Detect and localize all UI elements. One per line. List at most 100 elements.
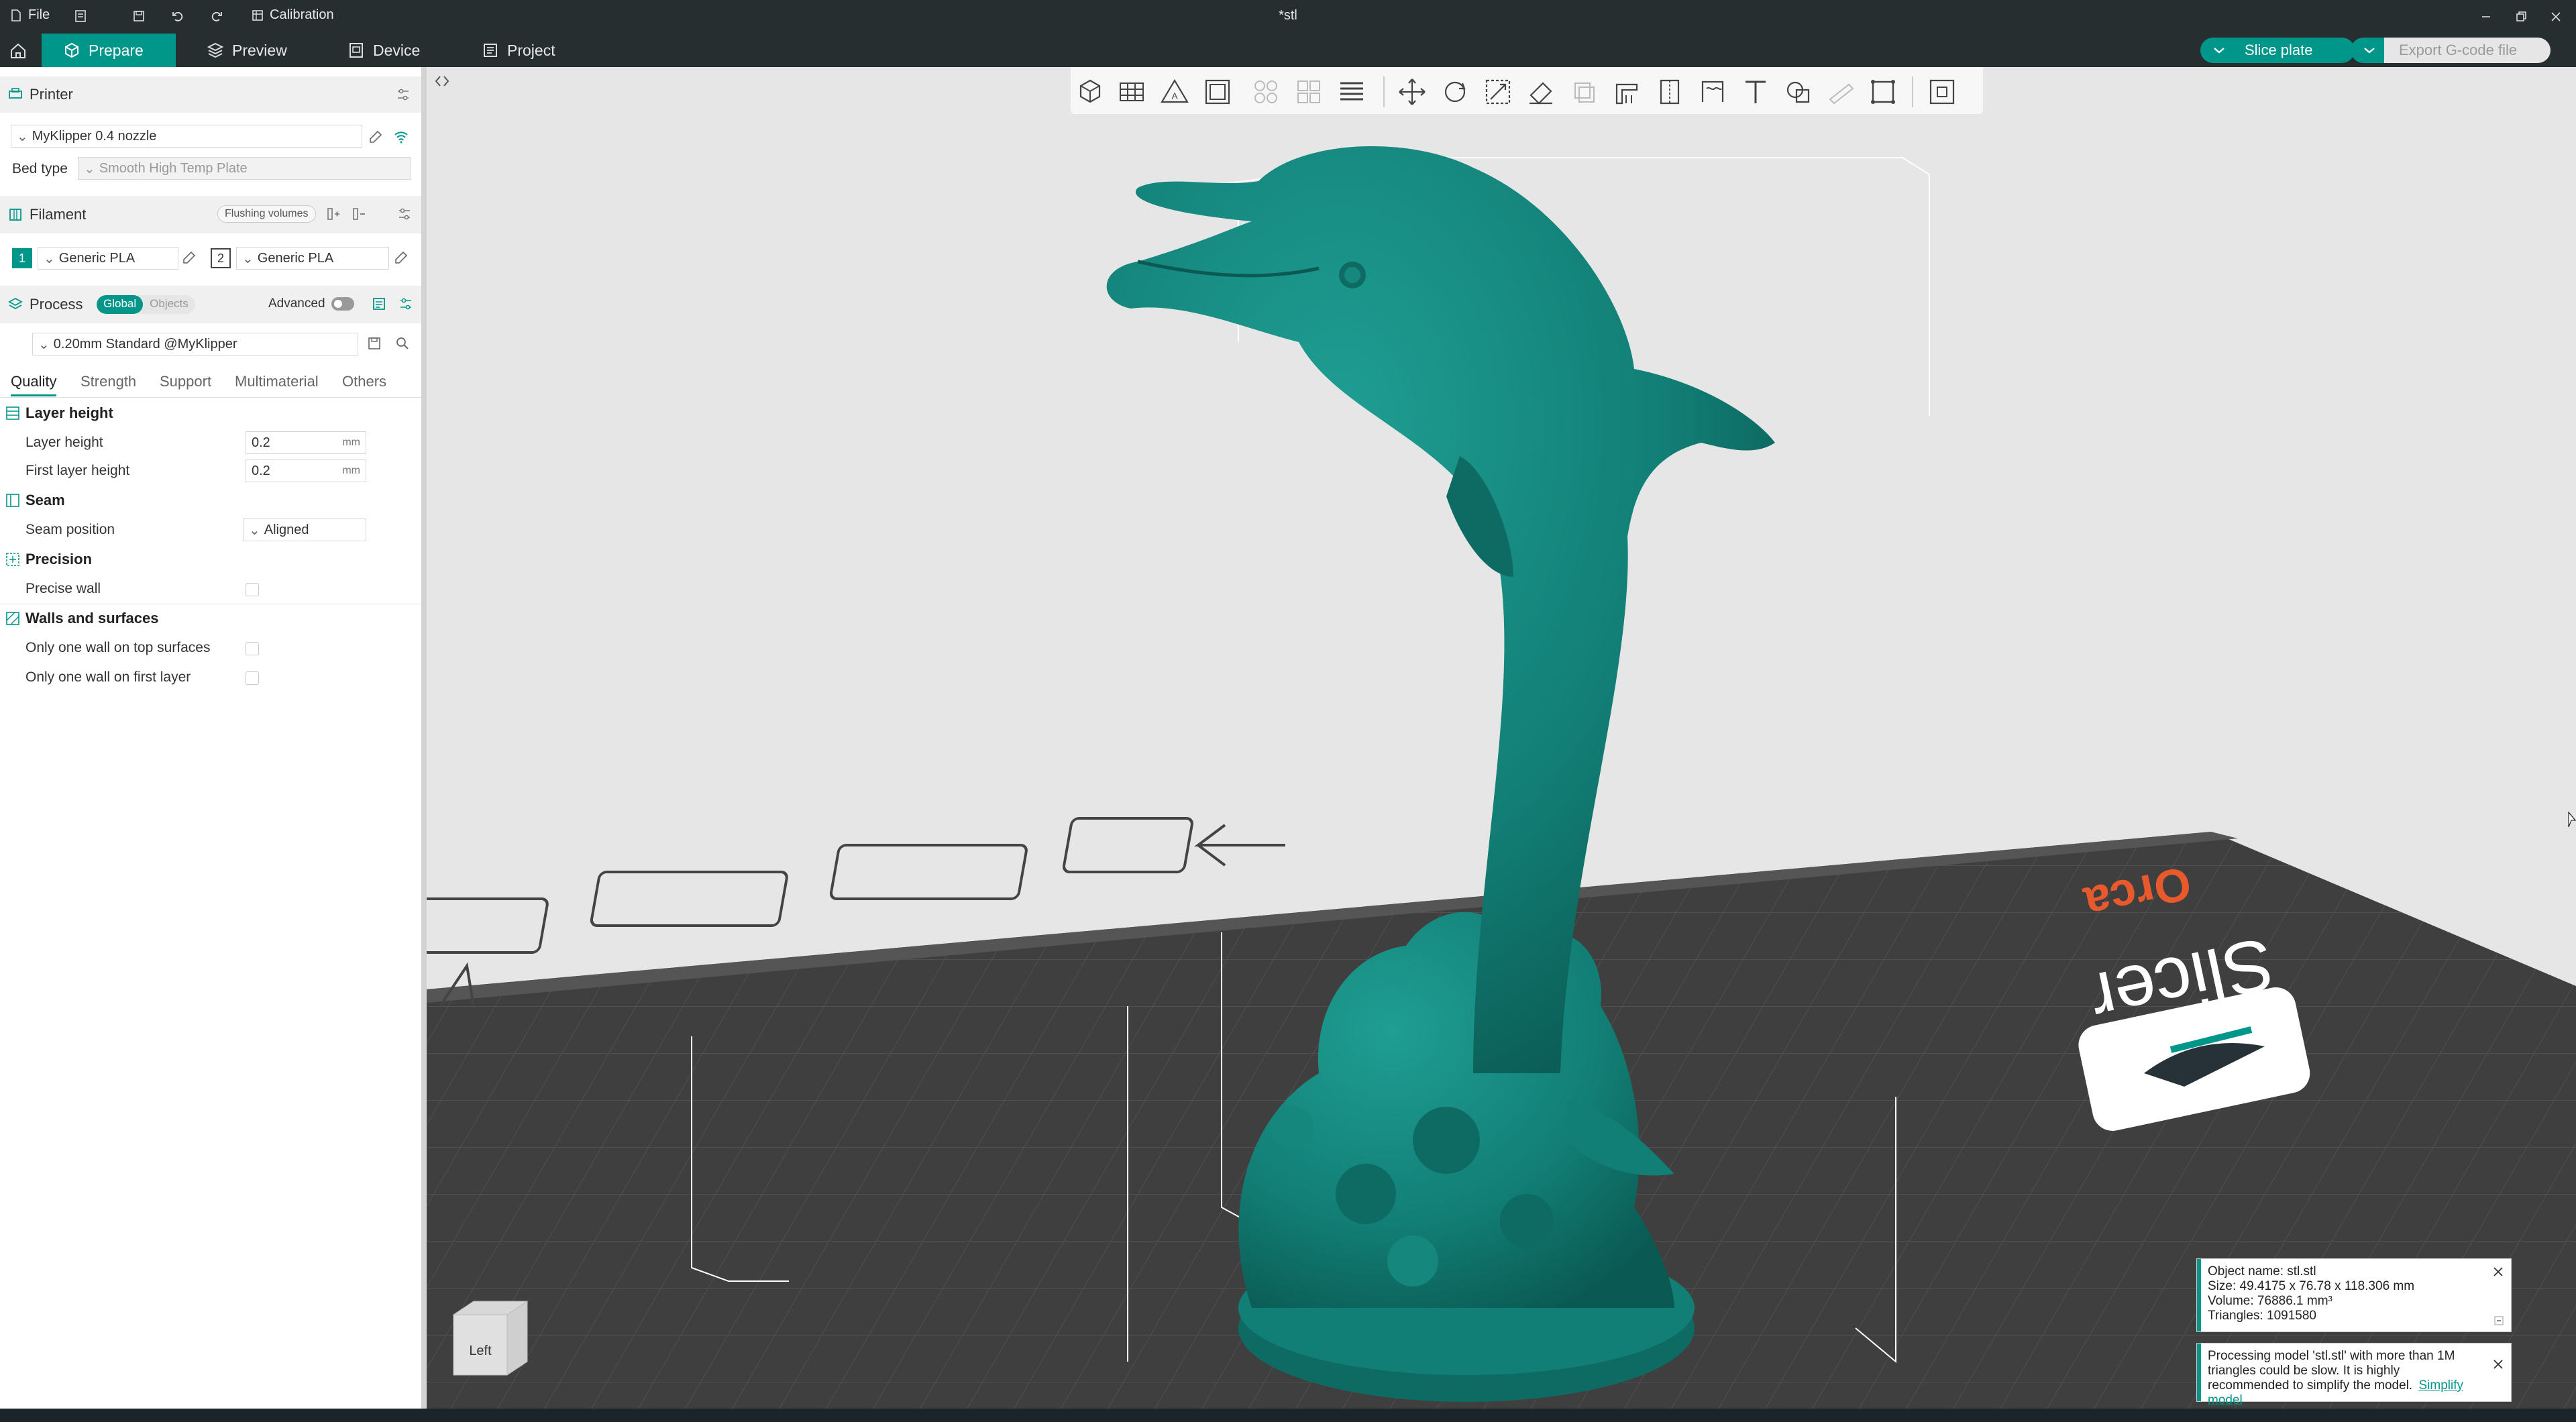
text-icon[interactable]: [1739, 75, 1772, 109]
tab-support[interactable]: Support: [160, 373, 211, 390]
filament-slot-2[interactable]: 2: [211, 248, 231, 268]
layers-editing-icon[interactable]: [1335, 75, 1368, 109]
lay-on-face-icon[interactable]: [1524, 75, 1558, 109]
save-preset-icon[interactable]: [366, 335, 382, 351]
close-icon[interactable]: [2492, 1358, 2504, 1370]
printer-icon: [9, 88, 22, 99]
seam-group-title: Seam: [25, 492, 65, 508]
settings-sidebar: Printer ⌄ MyKlipper 0.4 nozzle Bed type …: [0, 67, 427, 1415]
edit-icon[interactable]: [368, 129, 384, 145]
printer-title: Printer: [30, 86, 73, 103]
scale-icon[interactable]: [1481, 75, 1515, 109]
tab-quality[interactable]: Quality: [11, 373, 57, 396]
move-icon[interactable]: [1395, 75, 1429, 109]
filament-1-select[interactable]: ⌄ Generic PLA: [38, 247, 178, 270]
layer-height-input[interactable]: 0.2 mm: [246, 431, 366, 454]
bed-type-value: Smooth High Temp Plate: [99, 160, 248, 176]
process-preset-select[interactable]: ⌄ 0.20mm Standard @MyKlipper: [32, 333, 358, 356]
slice-plate-button[interactable]: Slice plate: [2234, 38, 2355, 63]
layer-height-group-title: Layer height: [25, 404, 113, 421]
3d-viewport[interactable]: Slicer Orca Left: [427, 67, 2576, 1415]
filament-slot-1[interactable]: 1: [12, 248, 32, 268]
assembly-icon[interactable]: [1866, 75, 1900, 109]
flushing-volumes-button[interactable]: Flushing volumes: [217, 205, 316, 223]
global-option[interactable]: Global: [97, 295, 144, 314]
support-paint-icon[interactable]: [1610, 75, 1644, 109]
mesh-boolean-icon[interactable]: [1782, 75, 1815, 109]
printer-select[interactable]: ⌄ MyKlipper 0.4 nozzle: [11, 125, 362, 148]
seam-paint-icon[interactable]: [1653, 75, 1686, 109]
tab-project[interactable]: Project: [460, 34, 577, 67]
export-gcode-button[interactable]: Export G-code file: [2384, 38, 2551, 63]
printer-settings-icon[interactable]: [396, 87, 411, 102]
assembly-view-icon[interactable]: [1925, 75, 1959, 109]
remove-filament-icon[interactable]: [352, 207, 366, 221]
tab-multimaterial[interactable]: Multimaterial: [235, 373, 319, 390]
rotate-icon[interactable]: [1438, 75, 1472, 109]
layer-height-icon: [6, 406, 19, 420]
process-icon: [8, 297, 23, 310]
view-cube[interactable]: Left: [452, 1301, 529, 1376]
collapse-sidebar-icon[interactable]: [433, 72, 451, 90]
filament-1-name: Generic PLA: [58, 250, 136, 266]
filament-title: Filament: [30, 206, 87, 223]
objects-option[interactable]: Objects: [143, 295, 195, 314]
fuzzy-skin-icon[interactable]: [1696, 75, 1729, 109]
tab-prepare[interactable]: Prepare: [42, 34, 176, 67]
minimize-panel-icon[interactable]: [2493, 1315, 2504, 1326]
tab-others[interactable]: Others: [342, 373, 386, 390]
add-filament-icon[interactable]: [326, 207, 341, 221]
advanced-toggle[interactable]: [331, 297, 354, 311]
filament-2-name: Generic PLA: [257, 250, 334, 266]
object-info-panel: Object name: stl.stl Size: 49.4175 x 76.…: [2196, 1258, 2512, 1332]
precision-group: Precision: [0, 546, 421, 573]
precision-group-title: Precision: [25, 551, 93, 567]
close-icon[interactable]: [2492, 1266, 2504, 1278]
edit-icon[interactable]: [393, 250, 409, 266]
tab-strength[interactable]: Strength: [80, 373, 136, 390]
chevron-down-icon: [2364, 48, 2375, 54]
compare-icon[interactable]: [372, 296, 386, 311]
filament-settings-icon[interactable]: [397, 207, 412, 221]
edit-icon[interactable]: [181, 250, 197, 266]
scene-canvas[interactable]: Slicer Orca Left: [427, 67, 2576, 1415]
one-wall-top-row: Only one wall on top surfaces: [0, 635, 421, 661]
processing-warning-panel: Processing model 'stl.stl' with more tha…: [2196, 1343, 2512, 1407]
bed-type-select[interactable]: ⌄ Smooth High Temp Plate: [78, 157, 411, 180]
home-icon[interactable]: [9, 42, 27, 60]
measure-icon[interactable]: [1825, 75, 1858, 109]
global-objects-toggle[interactable]: Global Objects: [97, 295, 195, 314]
advanced-label: Advanced: [268, 296, 325, 311]
unit-mm: mm: [342, 437, 360, 448]
layers-icon: [207, 42, 224, 58]
split-parts-icon[interactable]: [1292, 75, 1326, 109]
process-settings-icon[interactable]: [398, 296, 413, 311]
precise-wall-checkbox[interactable]: [246, 583, 259, 596]
search-icon[interactable]: [394, 335, 411, 351]
toggle-knob: [334, 300, 342, 308]
add-plate-icon[interactable]: [1115, 75, 1148, 109]
tab-preview[interactable]: Preview: [185, 34, 309, 67]
seam-position-select[interactable]: ⌄ Aligned: [243, 518, 366, 541]
window-title: *stl: [1279, 8, 1297, 23]
filament-icon: [9, 209, 21, 221]
tab-preview-label: Preview: [232, 41, 287, 59]
one-wall-first-checkbox[interactable]: [246, 671, 259, 685]
first-layer-height-input[interactable]: 0.2 mm: [246, 459, 366, 482]
arrange-icon[interactable]: [1201, 75, 1234, 109]
auto-orient-icon[interactable]: A: [1158, 75, 1191, 109]
minimize-icon[interactable]: [2479, 10, 2493, 23]
chevron-down-icon: ⌄: [249, 523, 260, 538]
cut-icon[interactable]: [1567, 75, 1601, 109]
tab-device[interactable]: Device: [326, 34, 441, 67]
restore-icon[interactable]: [2514, 10, 2528, 23]
printer-name: MyKlipper 0.4 nozzle: [32, 128, 157, 144]
chevron-down-icon: ⌄: [38, 337, 50, 352]
add-object-icon[interactable]: [1073, 75, 1107, 109]
split-objects-icon[interactable]: [1249, 75, 1283, 109]
one-wall-top-checkbox[interactable]: [246, 642, 259, 655]
chevron-down-icon: ⌄: [44, 251, 55, 266]
wifi-icon[interactable]: [393, 129, 409, 145]
filament-2-select[interactable]: ⌄ Generic PLA: [236, 247, 389, 270]
close-window-icon[interactable]: [2549, 10, 2563, 23]
